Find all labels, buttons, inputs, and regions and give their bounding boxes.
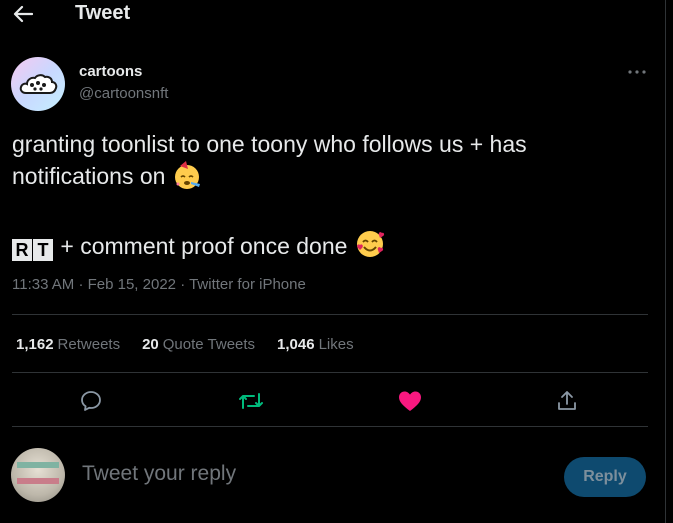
more-dots-icon bbox=[628, 70, 646, 74]
arrow-left-icon bbox=[13, 5, 33, 23]
reply-submit-button[interactable]: Reply bbox=[564, 457, 646, 497]
column-border bbox=[665, 0, 666, 523]
tweet-line-2: notifications on bbox=[12, 160, 632, 198]
tweet-text: granting toonlist to one toony who follo… bbox=[12, 128, 632, 268]
tweet-page: Tweet cartoons @cartoonsnft granting too… bbox=[0, 0, 673, 523]
tweet-meta: 11:33 AM · Feb 15, 2022 · Twitter for iP… bbox=[12, 276, 306, 293]
likes-label: Likes bbox=[318, 336, 354, 353]
action-bar bbox=[12, 380, 648, 420]
retweet-button[interactable] bbox=[238, 388, 264, 414]
cloud-logo-icon bbox=[19, 74, 58, 94]
smiling-face-with-hearts-emoji bbox=[354, 228, 386, 268]
share-icon bbox=[558, 391, 576, 410]
meta-separator: · bbox=[78, 276, 84, 293]
avatar-art bbox=[17, 462, 59, 468]
retweets-count: 1,162 bbox=[16, 336, 54, 353]
avatar-art bbox=[17, 478, 59, 484]
tweet-time[interactable]: 11:33 AM bbox=[12, 276, 74, 293]
regional-t-emoji: T bbox=[33, 239, 53, 261]
divider-bottom bbox=[12, 426, 648, 427]
page-title: Tweet bbox=[75, 2, 131, 24]
author-avatar[interactable] bbox=[11, 57, 65, 111]
tweet-line-1: granting toonlist to one toony who follo… bbox=[12, 131, 527, 157]
like-button[interactable] bbox=[397, 388, 423, 414]
tweet-source[interactable]: Twitter for iPhone bbox=[189, 276, 306, 293]
retweets-stat[interactable]: 1,162 Retweets bbox=[16, 336, 120, 353]
back-button[interactable] bbox=[10, 2, 36, 26]
heart-icon bbox=[399, 391, 421, 411]
header: Tweet bbox=[0, 0, 665, 30]
engagement-stats: 1,162 Retweets 20 Quote Tweets 1,046 Likes bbox=[16, 336, 354, 353]
divider-top bbox=[12, 314, 648, 315]
regional-r-emoji: R bbox=[12, 239, 32, 261]
retweet-icon bbox=[239, 393, 263, 409]
reply-input[interactable]: Tweet your reply bbox=[82, 462, 236, 486]
tweet-line-3: RT + comment proof once done bbox=[12, 228, 632, 268]
comment-icon bbox=[81, 391, 101, 411]
retweets-label: Retweets bbox=[57, 336, 121, 353]
divider-middle bbox=[12, 372, 648, 373]
user-avatar[interactable] bbox=[11, 448, 65, 502]
party-face-emoji bbox=[172, 160, 202, 198]
quotes-count: 20 bbox=[142, 336, 159, 353]
quotes-label: Quote Tweets bbox=[162, 336, 256, 353]
more-options-button[interactable] bbox=[624, 64, 650, 80]
tweet-date[interactable]: Feb 15, 2022 bbox=[88, 276, 176, 293]
likes-stat[interactable]: 1,046 Likes bbox=[277, 336, 354, 353]
likes-count: 1,046 bbox=[277, 336, 315, 353]
tweet-line-3-text: + comment proof once done bbox=[60, 233, 348, 259]
share-button[interactable] bbox=[554, 388, 580, 414]
author-handle[interactable]: @cartoonsnft bbox=[79, 85, 168, 102]
author-name[interactable]: cartoons bbox=[79, 63, 142, 80]
reply-button[interactable] bbox=[78, 388, 104, 414]
quotes-stat[interactable]: 20 Quote Tweets bbox=[142, 336, 255, 353]
meta-separator-2: · bbox=[180, 276, 186, 293]
tweet-line-2-text: notifications on bbox=[12, 163, 166, 189]
